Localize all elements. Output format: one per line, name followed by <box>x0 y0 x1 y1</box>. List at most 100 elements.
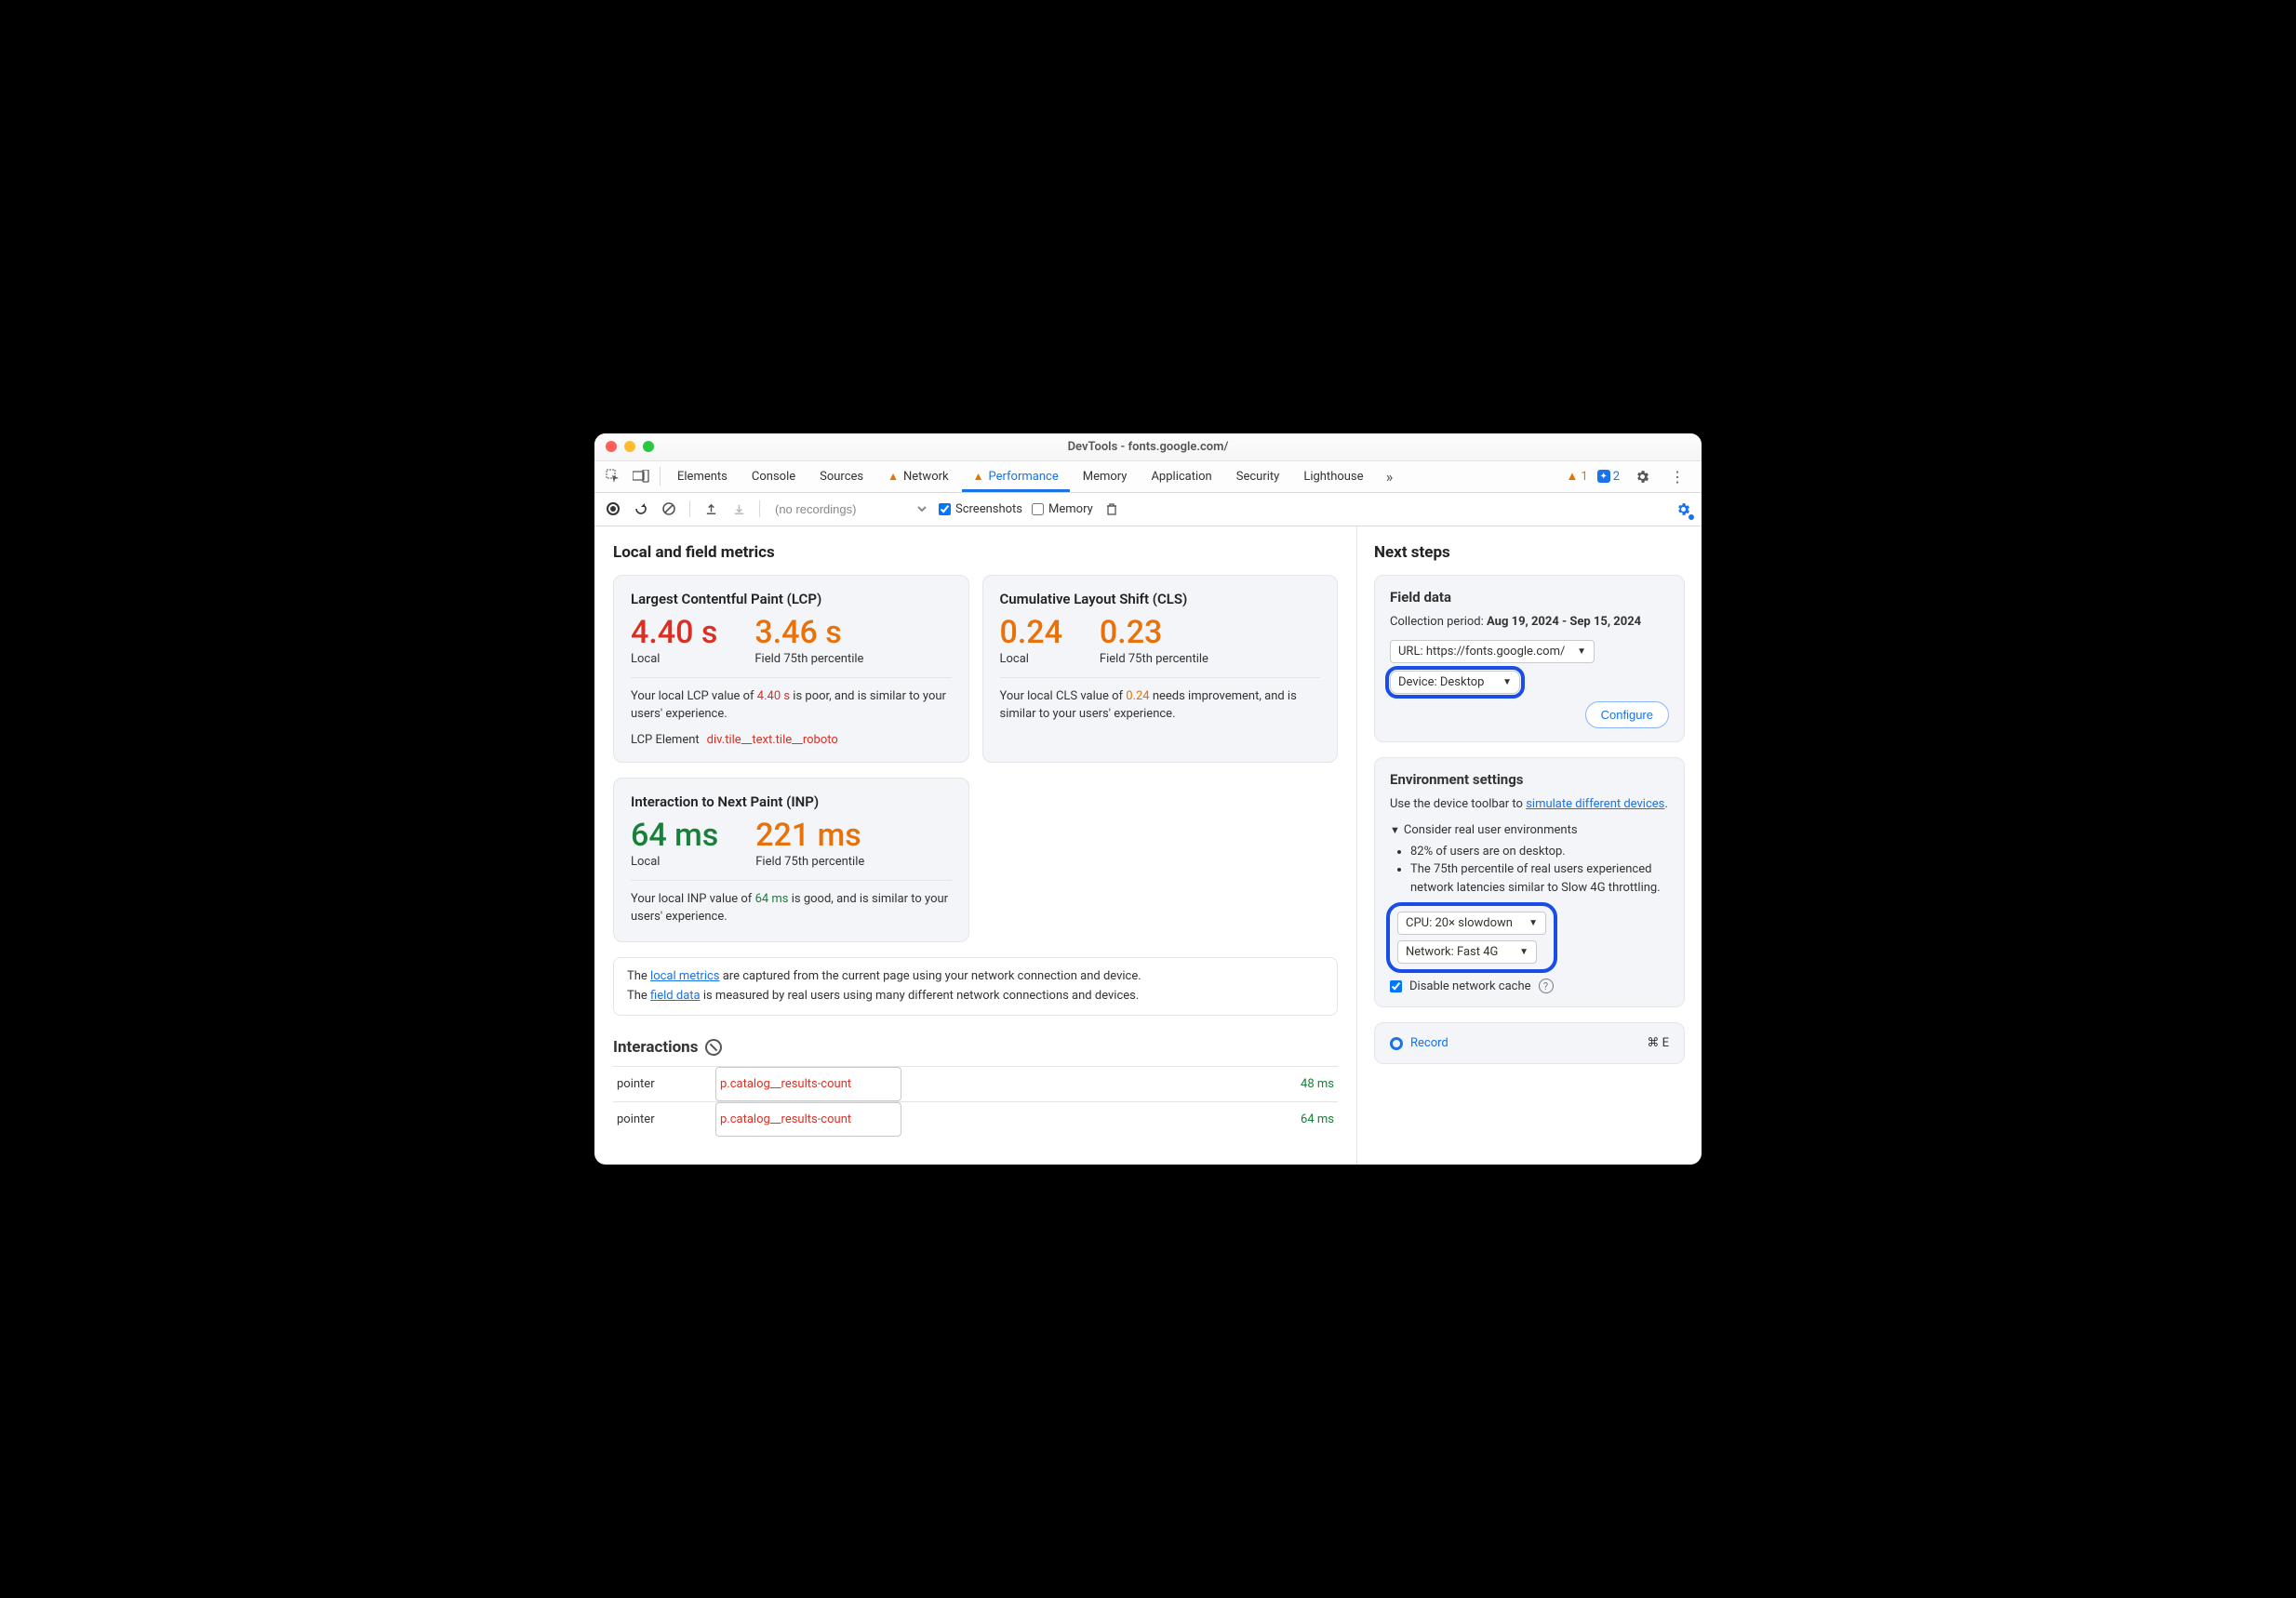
cls-local-label: Local <box>1000 652 1062 666</box>
inp-field-value: 221 ms <box>755 819 864 851</box>
screenshots-checkbox[interactable]: Screenshots <box>939 502 1022 516</box>
caret-down-icon: ▼ <box>1390 824 1400 836</box>
device-toolbar-icon[interactable] <box>628 463 654 489</box>
next-steps-heading: Next steps <box>1374 543 1685 562</box>
tab-lighthouse[interactable]: Lighthouse <box>1292 460 1374 492</box>
environment-panel: Environment settings Use the device tool… <box>1374 757 1685 1007</box>
titlebar: DevTools - fonts.google.com/ <box>594 433 1702 461</box>
tab-sources[interactable]: Sources <box>808 460 874 492</box>
tab-elements[interactable]: Elements <box>666 460 739 492</box>
interactions-heading: Interactions <box>613 1038 698 1057</box>
chevron-down-icon: ▼ <box>1528 918 1538 928</box>
interaction-type: pointer <box>613 1067 715 1102</box>
simulate-devices-link[interactable]: simulate different devices <box>1526 797 1664 811</box>
metrics-panel: Local and field metrics Largest Contentf… <box>594 526 1357 1165</box>
record-button[interactable]: Record <box>1410 1036 1448 1050</box>
cls-description: Your local CLS value of 0.24 needs impro… <box>1000 687 1321 724</box>
device-select[interactable]: Device: Desktop ▼ <box>1390 671 1520 694</box>
screenshots-label: Screenshots <box>955 502 1022 516</box>
env-bullet: 82% of users are on desktop. <box>1410 843 1669 861</box>
local-metrics-link[interactable]: local metrics <box>650 969 719 983</box>
record-icon[interactable] <box>604 499 622 518</box>
environment-details[interactable]: ▼Consider real user environments 82% of … <box>1390 823 1669 898</box>
tab-performance[interactable]: ▲Performance <box>962 460 1070 492</box>
chevron-down-icon: ▼ <box>1502 677 1512 687</box>
inp-field-label: Field 75th percentile <box>755 855 864 869</box>
lcp-title: Largest Contentful Paint (LCP) <box>631 591 952 607</box>
cpu-throttling-select[interactable]: CPU: 20× slowdown ▼ <box>1397 912 1546 935</box>
tab-console[interactable]: Console <box>741 460 807 492</box>
lcp-element-row: LCP Elementdiv.tile__text.tile__roboto <box>631 733 952 747</box>
clear-interactions-icon[interactable] <box>705 1039 722 1056</box>
lcp-local-label: Local <box>631 652 717 666</box>
cls-field-value: 0.23 <box>1100 617 1208 648</box>
disable-cache-checkbox[interactable] <box>1390 980 1402 992</box>
memory-label: Memory <box>1048 502 1093 516</box>
screenshots-checkbox-input[interactable] <box>939 503 951 515</box>
url-select[interactable]: URL: https://fonts.google.com/▼ <box>1390 640 1595 663</box>
interactions-heading-row: Interactions <box>613 1038 1338 1057</box>
tab-security[interactable]: Security <box>1225 460 1291 492</box>
interactions-table: pointer p.catalog__results-count 48 ms p… <box>613 1066 1338 1137</box>
url-select-label: URL: https://fonts.google.com/ <box>1398 645 1565 659</box>
environment-title: Environment settings <box>1390 771 1669 788</box>
tab-network[interactable]: ▲Network <box>876 460 960 492</box>
memory-checkbox[interactable]: Memory <box>1032 502 1093 516</box>
field-data-panel: Field data Collection period: Aug 19, 20… <box>1374 575 1685 743</box>
field-data-link[interactable]: field data <box>650 989 701 1003</box>
separator <box>759 500 760 517</box>
separator <box>660 467 661 486</box>
device-select-label: Device: Desktop <box>1398 675 1484 689</box>
environment-hint: Use the device toolbar to simulate diffe… <box>1390 795 1669 814</box>
table-row[interactable]: pointer p.catalog__results-count 48 ms <box>613 1067 1338 1102</box>
upload-icon[interactable] <box>701 499 720 518</box>
lcp-element-selector[interactable]: div.tile__text.tile__roboto <box>707 733 838 747</box>
memory-checkbox-input[interactable] <box>1032 503 1044 515</box>
lcp-field-value: 3.46 s <box>754 617 863 648</box>
field-data-title: Field data <box>1390 589 1669 606</box>
environment-summary[interactable]: ▼Consider real user environments <box>1390 823 1669 837</box>
separator <box>689 500 690 517</box>
help-icon[interactable]: ? <box>1539 979 1554 993</box>
window-title: DevTools - fonts.google.com/ <box>594 440 1702 454</box>
interaction-time: 64 ms <box>1263 1102 1338 1138</box>
inp-card: Interaction to Next Paint (INP) 64 ms Lo… <box>613 778 969 942</box>
cls-card: Cumulative Layout Shift (CLS) 0.24 Local… <box>982 575 1339 763</box>
lcp-local-value: 4.40 s <box>631 617 717 648</box>
interaction-selector: p.catalog__results-count <box>715 1102 901 1137</box>
configure-button[interactable]: Configure <box>1585 701 1669 728</box>
warnings-count: 1 <box>1581 470 1587 484</box>
interaction-time: 48 ms <box>1263 1067 1338 1102</box>
warnings-badge[interactable]: ▲1 <box>1567 469 1588 484</box>
recordings-select[interactable]: (no recordings) <box>771 501 929 517</box>
performance-toolbar: (no recordings) Screenshots Memory <box>594 493 1702 526</box>
toolbar-settings-icon[interactable] <box>1674 499 1692 518</box>
tab-application[interactable]: Application <box>1140 460 1222 492</box>
issues-count: 2 <box>1613 470 1620 484</box>
collection-period: Collection period: Aug 19, 2024 - Sep 15… <box>1390 613 1669 632</box>
table-row[interactable]: pointer p.catalog__results-count 64 ms <box>613 1102 1338 1138</box>
network-throttling-select[interactable]: Network: Fast 4G▼ <box>1397 940 1537 964</box>
tab-memory[interactable]: Memory <box>1072 460 1139 492</box>
tab-performance-label: Performance <box>989 470 1059 484</box>
garbage-collect-icon[interactable] <box>1102 499 1121 518</box>
disable-cache-label: Disable network cache <box>1409 979 1531 993</box>
kebab-menu-icon[interactable]: ⋮ <box>1664 463 1690 489</box>
download-icon[interactable] <box>729 499 748 518</box>
issues-badge[interactable]: ✦2 <box>1597 470 1620 484</box>
lcp-description: Your local LCP value of 4.40 s is poor, … <box>631 687 952 724</box>
reload-record-icon[interactable] <box>632 499 650 518</box>
inp-description: Your local INP value of 64 ms is good, a… <box>631 890 952 926</box>
interaction-selector: p.catalog__results-count <box>715 1067 901 1101</box>
main-tabbar: Elements Console Sources ▲Network ▲Perfo… <box>594 461 1702 493</box>
inspect-element-icon[interactable] <box>600 463 626 489</box>
more-tabs-icon[interactable]: » <box>1377 463 1403 489</box>
clear-icon[interactable] <box>660 499 678 518</box>
cpu-select-label: CPU: 20× slowdown <box>1406 916 1513 930</box>
tab-network-label: Network <box>903 470 949 484</box>
inp-title: Interaction to Next Paint (INP) <box>631 793 952 810</box>
next-steps-panel: Next steps Field data Collection period:… <box>1357 526 1702 1165</box>
env-bullet: The 75th percentile of real users experi… <box>1410 860 1669 897</box>
settings-icon[interactable] <box>1629 463 1655 489</box>
inp-local-label: Local <box>631 855 718 869</box>
